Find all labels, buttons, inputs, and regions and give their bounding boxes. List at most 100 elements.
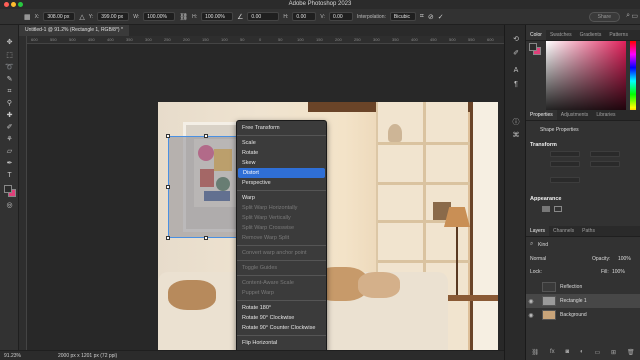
layer-name[interactable]: Reflection (560, 284, 582, 290)
fill-swatch[interactable] (542, 206, 550, 212)
menu-item-rotate-90-counter-clockwise[interactable]: Rotate 90° Counter Clockwise (237, 323, 326, 333)
tab-adjustments[interactable]: Adjustments (557, 110, 593, 120)
relative-position-icon[interactable]: △ (79, 13, 84, 21)
new-group-icon[interactable]: ▭ (594, 349, 600, 360)
x-field[interactable]: 308.00 px (43, 12, 76, 21)
history-icon[interactable]: ⟲ (511, 35, 521, 45)
tab-color[interactable]: Color (526, 30, 546, 40)
shape-w-field[interactable] (550, 151, 580, 157)
shape-h-field[interactable] (590, 151, 620, 157)
workspace-icon[interactable]: ▭ (631, 12, 638, 20)
document-tab[interactable]: Untitled-1 @ 91.2% (Rectangle 1, RGB/8*)… (19, 25, 129, 36)
tab-libraries[interactable]: Libraries (592, 110, 619, 120)
brush-settings-icon[interactable]: ✐ (511, 49, 521, 59)
layer-row-selected[interactable]: ◉ Rectangle 1 (526, 294, 640, 308)
menu-item-warp[interactable]: Warp (237, 193, 326, 203)
adjustment-layer-icon[interactable]: ◐ (580, 349, 584, 360)
stamp-tool-icon[interactable]: ⚘ (4, 134, 15, 145)
menu-item-flip-horizontal[interactable]: Flip Horizontal (237, 338, 326, 348)
stroke-swatch[interactable] (554, 206, 562, 212)
healing-brush-tool-icon[interactable]: ✚ (4, 110, 15, 121)
y-field[interactable]: 399.00 px (97, 12, 130, 21)
brush-tool-icon[interactable]: ✐ (4, 122, 15, 133)
menu-item-rotate-180[interactable]: Rotate 180° (237, 303, 326, 313)
v-skew-field[interactable]: 0.00 (328, 12, 353, 21)
move-tool-icon[interactable]: ✥ (4, 37, 15, 48)
visibility-eye-icon[interactable]: ◉ (526, 312, 536, 319)
horizontal-ruler[interactable]: 600 550 500 450 400 350 300 250 200 150 100 50 0 50 10… (27, 36, 504, 44)
cancel-transform-icon[interactable]: ⊘ (428, 13, 434, 21)
fill-value[interactable]: 100% (612, 269, 625, 275)
tab-properties[interactable]: Properties (526, 110, 557, 120)
layer-row[interactable]: Reflection (526, 280, 640, 294)
height-field[interactable]: 100.00% (201, 12, 234, 21)
appearance-heading[interactable]: Appearance (530, 196, 562, 202)
menu-item-rotate[interactable]: Rotate (237, 148, 326, 158)
link-icon[interactable]: ⛓ (179, 13, 188, 21)
document-size[interactable]: 2000 px x 1201 px (72 ppi) (58, 353, 117, 359)
info-icon[interactable]: ⓘ (511, 117, 521, 127)
character-icon[interactable]: A (511, 67, 521, 77)
vertical-ruler[interactable] (19, 36, 27, 350)
transform-heading[interactable]: Transform (530, 142, 557, 148)
marquee-tool-icon[interactable]: ⬚ (4, 50, 15, 61)
menu-item-skew[interactable]: Skew (237, 158, 326, 168)
transform-handle[interactable] (166, 185, 170, 189)
reference-point-icon[interactable]: ▦ (24, 13, 31, 21)
layer-name[interactable]: Rectangle 1 (560, 298, 587, 304)
glyphs-icon[interactable]: ⌘ (511, 131, 521, 141)
add-mask-icon[interactable]: ◙ (565, 349, 569, 360)
search-icon[interactable]: ⌕ (626, 12, 630, 20)
visibility-eye-icon[interactable]: ◉ (526, 298, 536, 305)
tab-channels[interactable]: Channels (549, 226, 578, 236)
color-picker-field[interactable] (546, 41, 626, 121)
tab-swatches[interactable]: Swatches (546, 30, 576, 40)
transform-bounding-box[interactable] (166, 134, 244, 240)
new-layer-icon[interactable]: ⊞ (611, 349, 616, 360)
warp-mode-icon[interactable]: ⌗ (420, 13, 424, 21)
layer-kind-filter[interactable]: Kind (538, 242, 548, 248)
h-skew-field[interactable]: 0.00 (292, 12, 317, 21)
layer-filter-icon[interactable]: ⌕ (530, 241, 533, 248)
commit-transform-icon[interactable]: ✓ (438, 13, 444, 21)
menu-item-distort[interactable]: Distort (238, 168, 325, 178)
opacity-value[interactable]: 100% (618, 256, 631, 262)
eraser-tool-icon[interactable]: ▱ (4, 146, 15, 157)
menu-item-free-transform[interactable]: Free Transform (237, 123, 326, 133)
link-layers-icon[interactable]: ⛓ (531, 349, 539, 360)
share-button[interactable]: Share (588, 12, 620, 22)
menu-item-scale[interactable]: Scale (237, 138, 326, 148)
tab-gradients[interactable]: Gradients (576, 30, 606, 40)
blend-mode-select[interactable]: Normal (530, 256, 546, 262)
zoom-level[interactable]: 91.23% (4, 353, 21, 359)
hue-slider[interactable] (630, 41, 636, 121)
foreground-color-swatch[interactable] (4, 185, 12, 193)
menu-item-perspective[interactable]: Perspective (237, 178, 326, 188)
width-field[interactable]: 100.00% (143, 12, 176, 21)
type-tool-icon[interactable]: T (4, 170, 15, 181)
shape-x-field[interactable] (550, 161, 580, 167)
transform-handle[interactable] (166, 236, 170, 240)
eyedropper-tool-icon[interactable]: ⚲ (4, 98, 15, 109)
delete-layer-icon[interactable]: 🗑 (627, 349, 635, 360)
tab-patterns[interactable]: Patterns (605, 30, 632, 40)
shape-y-field[interactable] (590, 161, 620, 167)
pen-tool-icon[interactable]: ✒ (4, 158, 15, 169)
transform-handle[interactable] (204, 134, 208, 138)
layer-row[interactable]: ◉ Background (526, 308, 640, 322)
paragraph-icon[interactable]: ¶ (511, 81, 521, 91)
crop-tool-icon[interactable]: ⌗ (4, 86, 15, 97)
lasso-tool-icon[interactable]: ➰ (4, 62, 15, 73)
interpolation-select[interactable]: Bicubic (389, 12, 416, 21)
tab-paths[interactable]: Paths (578, 226, 599, 236)
layer-style-icon[interactable]: fx (550, 349, 555, 360)
shape-angle-field[interactable] (550, 177, 580, 183)
transform-handle[interactable] (166, 134, 170, 138)
menu-item-rotate-90-clockwise[interactable]: Rotate 90° Clockwise (237, 313, 326, 323)
transform-handle[interactable] (204, 236, 208, 240)
foreground-color-chip[interactable] (529, 43, 537, 51)
tab-layers[interactable]: Layers (526, 226, 550, 236)
layer-name[interactable]: Background (560, 312, 587, 318)
quick-mask-icon[interactable]: ◎ (4, 200, 15, 211)
quick-select-tool-icon[interactable]: ✎ (4, 74, 15, 85)
